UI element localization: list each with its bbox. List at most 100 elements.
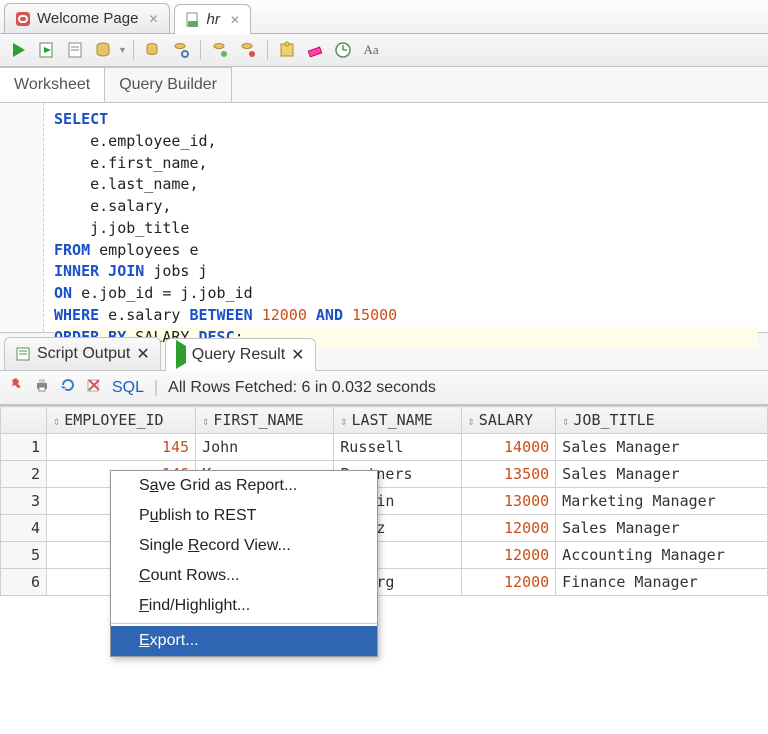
tab-query-result[interactable]: Query Result ✕ [165, 338, 316, 371]
history-button[interactable] [332, 40, 354, 60]
toolbar-separator [267, 40, 268, 60]
cell-salary: 13000 [461, 488, 556, 515]
tb-sql-icon[interactable] [276, 40, 298, 60]
cell-job-title: Accounting Manager [556, 542, 768, 569]
sql-editor[interactable]: SELECT e.employee_id, e.first_name, e.la… [0, 103, 768, 333]
pin-icon[interactable] [8, 377, 24, 398]
cell-job-title: Marketing Manager [556, 488, 768, 515]
file-tab-label: Welcome Page [37, 10, 138, 27]
editor-gutter [0, 103, 44, 332]
sql-link[interactable]: SQL [112, 379, 144, 397]
delete-icon[interactable] [86, 377, 102, 398]
results-grid: ⇕EMPLOYEE_ID ⇕FIRST_NAME ⇕LAST_NAME ⇕SAL… [0, 405, 768, 596]
col-salary[interactable]: ⇕SALARY [461, 407, 556, 434]
run-script-button[interactable] [36, 40, 58, 60]
cell-employee-id: 145 [47, 434, 196, 461]
cell-salary: 12000 [461, 569, 556, 596]
tab-label: Query Result [192, 346, 285, 364]
cell-salary: 12000 [461, 515, 556, 542]
tb-db-b[interactable] [237, 40, 259, 60]
result-toolbar: SQL | All Rows Fetched: 6 in 0.032 secon… [0, 371, 768, 405]
close-icon[interactable]: ✕ [136, 344, 149, 364]
main-toolbar: ▾ Aa [0, 34, 768, 67]
sort-icon: ⇕ [53, 414, 60, 428]
status-text: All Rows Fetched: 6 in 0.032 seconds [168, 379, 436, 397]
menu-separator [111, 623, 377, 624]
cell-salary: 13500 [461, 461, 556, 488]
cell-last-name: Russell [334, 434, 461, 461]
puzzle-icon [278, 41, 296, 59]
sort-icon: ⇕ [340, 414, 347, 428]
close-icon[interactable]: ✕ [230, 13, 240, 27]
script-output-icon [15, 346, 31, 362]
tab-worksheet[interactable]: Worksheet [0, 67, 105, 102]
row-number: 3 [1, 488, 47, 515]
script-icon [38, 41, 56, 59]
col-last-name[interactable]: ⇕LAST_NAME [334, 407, 461, 434]
tab-query-builder[interactable]: Query Builder [105, 67, 232, 102]
menu-find-highlight[interactable]: Find/Highlight... [111, 591, 377, 621]
refresh-icon[interactable] [60, 377, 76, 398]
sort-icon: ⇕ [202, 414, 209, 428]
file-tab-label: hr [207, 11, 220, 28]
doc-icon [66, 41, 84, 59]
sql-code[interactable]: SELECT e.employee_id, e.first_name, e.la… [44, 103, 768, 332]
row-number: 2 [1, 461, 47, 488]
text-case-icon: Aa [363, 42, 378, 58]
clock-icon [334, 41, 352, 59]
table-row[interactable]: 1145JohnRussell14000Sales Manager [1, 434, 768, 461]
tab-label: Script Output [37, 345, 130, 363]
close-icon[interactable]: ✕ [148, 12, 158, 26]
toolbar-separator [200, 40, 201, 60]
db-red-icon [239, 41, 257, 59]
file-tab-welcome[interactable]: Welcome Page ✕ [4, 3, 170, 33]
toolbar-separator [133, 40, 134, 60]
row-number: 1 [1, 434, 47, 461]
cell-job-title: Sales Manager [556, 515, 768, 542]
sql-file-icon [185, 12, 201, 28]
eraser-icon [306, 41, 324, 59]
menu-single-record[interactable]: Single Record View... [111, 531, 377, 561]
col-job-title[interactable]: ⇕JOB_TITLE [556, 407, 768, 434]
col-employee-id[interactable]: ⇕EMPLOYEE_ID [47, 407, 196, 434]
row-number: 5 [1, 542, 47, 569]
run-button[interactable] [8, 40, 30, 60]
separator: | [154, 379, 158, 397]
tab-script-output[interactable]: Script Output ✕ [4, 337, 161, 370]
menu-save-grid[interactable]: Save Grid as Report... [111, 471, 377, 501]
db-green-icon [211, 41, 229, 59]
cell-first-name: John [196, 434, 334, 461]
oracle-icon [15, 11, 31, 27]
play-icon [13, 43, 25, 57]
case-button[interactable]: Aa [360, 40, 382, 60]
menu-publish-rest[interactable]: Publish to REST [111, 501, 377, 531]
menu-export[interactable]: Export... [111, 626, 377, 656]
row-number: 4 [1, 515, 47, 542]
cell-job-title: Sales Manager [556, 461, 768, 488]
cell-job-title: Sales Manager [556, 434, 768, 461]
col-first-name[interactable]: ⇕FIRST_NAME [196, 407, 334, 434]
row-number: 6 [1, 569, 47, 596]
play-icon [176, 346, 186, 364]
commit-button[interactable] [142, 40, 164, 60]
db-search-icon [172, 41, 190, 59]
row-header [1, 407, 47, 434]
print-icon[interactable] [34, 377, 50, 398]
file-tabs: Welcome Page ✕ hr ✕ [0, 0, 768, 34]
sort-icon: ⇕ [562, 414, 569, 428]
context-menu: Save Grid as Report... Publish to REST S… [110, 470, 378, 657]
clear-button[interactable] [304, 40, 326, 60]
rollback-button[interactable] [170, 40, 192, 60]
explain-plan-button[interactable] [64, 40, 86, 60]
db-icon [94, 41, 112, 59]
autotrace-button[interactable] [92, 40, 114, 60]
menu-count-rows[interactable]: Count Rows... [111, 561, 377, 591]
cell-salary: 12000 [461, 542, 556, 569]
sort-icon: ⇕ [468, 414, 475, 428]
tb-db-a[interactable] [209, 40, 231, 60]
close-icon[interactable]: ✕ [291, 345, 304, 365]
db-check-icon [144, 41, 162, 59]
worksheet-tabs: Worksheet Query Builder [0, 67, 768, 103]
cell-job-title: Finance Manager [556, 569, 768, 596]
file-tab-hr[interactable]: hr ✕ [174, 4, 251, 34]
